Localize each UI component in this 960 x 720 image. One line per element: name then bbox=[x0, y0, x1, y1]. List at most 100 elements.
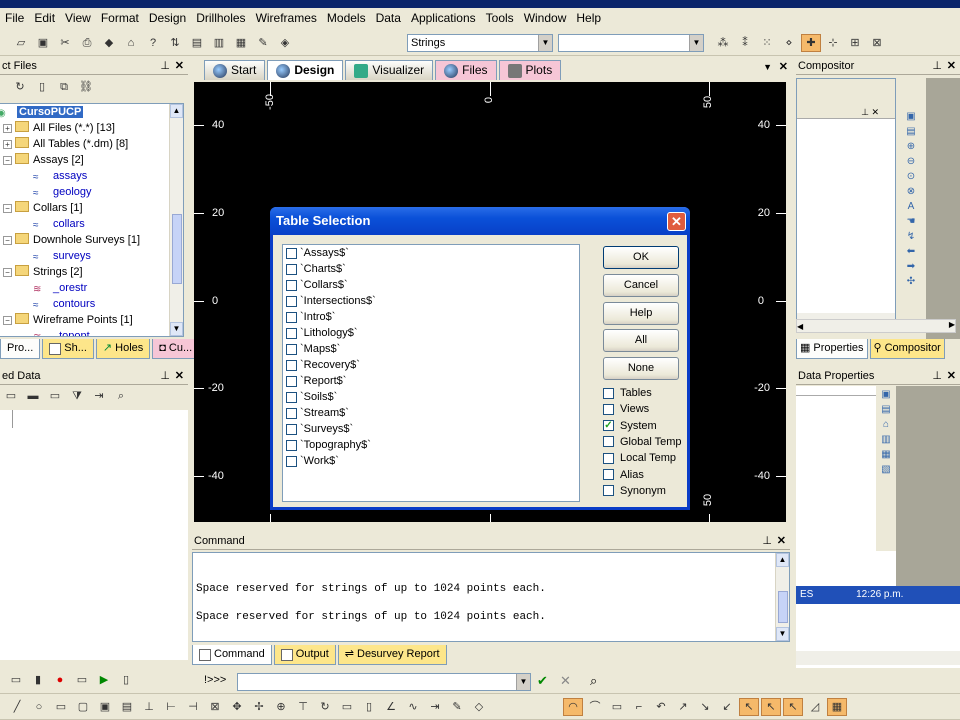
open-icon[interactable]: ▱ bbox=[11, 34, 31, 52]
table-checkbox[interactable] bbox=[286, 359, 297, 371]
points-delete-icon[interactable]: ⁙ bbox=[757, 34, 777, 52]
dialog-titlebar[interactable]: Table Selection ✕ bbox=[270, 207, 690, 235]
right-arrow-icon[interactable]: ➡ bbox=[904, 260, 918, 273]
copy-icon[interactable]: ⧉ bbox=[54, 78, 74, 96]
table-checkbox[interactable] bbox=[286, 327, 297, 339]
points-icon[interactable]: ⁂ bbox=[713, 34, 733, 52]
move2-icon[interactable]: ✢ bbox=[249, 698, 269, 716]
scroll-down-icon[interactable]: ▼ bbox=[776, 627, 789, 641]
table-checkbox[interactable] bbox=[286, 407, 297, 419]
close-icon[interactable]: ✕ bbox=[175, 367, 184, 385]
help-button[interactable]: Help bbox=[603, 302, 679, 325]
accept-icon[interactable]: ✔ bbox=[537, 673, 548, 689]
table-checkbox[interactable] bbox=[286, 391, 297, 403]
tool-icon[interactable]: ⊕ bbox=[271, 698, 291, 716]
tool-icon[interactable]: ⊠ bbox=[205, 698, 225, 716]
tree-root[interactable]: ◉CursoPUCP bbox=[0, 104, 183, 120]
tool-icon[interactable]: ▭ bbox=[607, 698, 627, 716]
tool-icon[interactable]: ▭ bbox=[6, 671, 26, 689]
pin-icon[interactable]: ⊥ ✕ bbox=[797, 107, 895, 119]
points2-icon[interactable]: ⁑ bbox=[735, 34, 755, 52]
menu-tools[interactable]: Tools bbox=[481, 8, 519, 28]
tool-icon[interactable]: ▣ bbox=[904, 110, 918, 123]
snap-off-icon[interactable]: ⊠ bbox=[867, 34, 887, 52]
option-synonym[interactable]: Synonym bbox=[603, 483, 666, 499]
data-properties-hscroll[interactable] bbox=[796, 651, 960, 665]
tab-menu-icon[interactable]: ▼ bbox=[763, 62, 772, 72]
menu-data[interactable]: Data bbox=[371, 8, 406, 28]
book-icon[interactable]: ◆ bbox=[99, 34, 119, 52]
grid-icon[interactable]: ▦ bbox=[231, 34, 251, 52]
zoom-icon[interactable]: ⊙ bbox=[904, 170, 918, 183]
tree-file[interactable]: ≈ contours bbox=[0, 296, 183, 312]
table-list-item[interactable]: `Surveys$` bbox=[283, 421, 579, 437]
tool-icon[interactable]: ◿ bbox=[805, 698, 825, 716]
tree-folder[interactable]: − Strings [2] bbox=[0, 264, 183, 280]
scroll-down-icon[interactable]: ▼ bbox=[170, 322, 183, 336]
edit-icon[interactable]: ✎ bbox=[253, 34, 273, 52]
scroll-thumb[interactable] bbox=[172, 214, 182, 284]
select-icon[interactable]: ↖ bbox=[739, 698, 759, 716]
tool-icon[interactable]: ↙ bbox=[717, 698, 737, 716]
tool-icon[interactable]: ⊤ bbox=[293, 698, 313, 716]
menu-wireframes[interactable]: Wireframes bbox=[251, 8, 322, 28]
tool-icon[interactable]: ↘ bbox=[695, 698, 715, 716]
tab-properties[interactable]: ▦ Properties bbox=[796, 339, 868, 359]
filter-icon[interactable]: ⧩ bbox=[67, 387, 87, 405]
chevron-down-icon[interactable]: ▼ bbox=[538, 35, 552, 51]
search-icon[interactable]: ⌕ bbox=[111, 387, 131, 405]
tool-icon[interactable]: ▤ bbox=[904, 125, 918, 138]
option-views[interactable]: Views bbox=[603, 401, 649, 417]
option-checkbox[interactable] bbox=[603, 485, 614, 497]
option-checkbox[interactable] bbox=[603, 436, 614, 448]
snap-icon[interactable]: ⇅ bbox=[165, 34, 185, 52]
tab-holes[interactable]: ↗ Holes bbox=[95, 339, 151, 359]
none-button[interactable]: None bbox=[603, 357, 679, 380]
arc-icon[interactable]: ◠ bbox=[563, 698, 583, 716]
option-checkbox[interactable] bbox=[603, 387, 614, 399]
tool-icon[interactable]: ▮ bbox=[28, 671, 48, 689]
tool-icon[interactable]: ▦ bbox=[879, 448, 893, 461]
rotate-icon[interactable]: ↻ bbox=[315, 698, 335, 716]
expand-icon[interactable]: − bbox=[3, 268, 12, 277]
window2-icon[interactable]: ▥ bbox=[209, 34, 229, 52]
tool-icon[interactable]: ▤ bbox=[117, 698, 137, 716]
option-alias[interactable]: Alias bbox=[603, 467, 644, 483]
table-list-item[interactable]: `Charts$` bbox=[283, 261, 579, 277]
expand-icon[interactable]: − bbox=[3, 156, 12, 165]
command-input[interactable]: ▼ bbox=[237, 673, 531, 691]
table-checkbox[interactable] bbox=[286, 343, 297, 355]
table-list-item[interactable]: `Recovery$` bbox=[283, 357, 579, 373]
option-checkbox[interactable] bbox=[603, 452, 614, 464]
menu-format[interactable]: Format bbox=[96, 8, 144, 28]
all-button[interactable]: All bbox=[603, 329, 679, 352]
menu-design[interactable]: Design bbox=[144, 8, 191, 28]
tab-design[interactable]: Design bbox=[267, 60, 344, 80]
export-icon[interactable]: ⇥ bbox=[89, 387, 109, 405]
tool-icon[interactable]: ▥ bbox=[879, 433, 893, 446]
rect2-icon[interactable]: ▢ bbox=[73, 698, 93, 716]
menu-window[interactable]: Window bbox=[519, 8, 572, 28]
tool-icon[interactable]: ▧ bbox=[879, 463, 893, 476]
table-list-item[interactable]: `Collars$` bbox=[283, 277, 579, 293]
tab-project[interactable]: Pro... bbox=[0, 339, 41, 359]
compositor-hscroll[interactable]: ◀ ▶ bbox=[796, 319, 956, 333]
expand-icon[interactable]: + bbox=[3, 140, 12, 149]
menu-models[interactable]: Models bbox=[322, 8, 371, 28]
expand-icon[interactable]: + bbox=[3, 124, 12, 133]
option-local-temp[interactable]: Local Temp bbox=[603, 450, 676, 466]
table-list-item[interactable]: `Intersections$` bbox=[283, 293, 579, 309]
tool-icon[interactable]: ▯ bbox=[116, 671, 136, 689]
option-tables[interactable]: Tables bbox=[603, 385, 652, 401]
refresh-icon[interactable]: ↻ bbox=[10, 78, 30, 96]
tool-icon[interactable]: ↗ bbox=[673, 698, 693, 716]
tool-icon[interactable]: ▭ bbox=[72, 671, 92, 689]
table-list-item[interactable]: `Assays$` bbox=[283, 245, 579, 261]
tree-folder[interactable]: − Assays [2] bbox=[0, 152, 183, 168]
expand-icon[interactable]: − bbox=[3, 204, 12, 213]
line-icon[interactable]: ╱ bbox=[7, 698, 27, 716]
tree-file[interactable]: ≈ surveys bbox=[0, 248, 183, 264]
tree-file[interactable]: ≈ geology bbox=[0, 184, 183, 200]
new-file-icon[interactable]: ▯ bbox=[32, 78, 52, 96]
tab-cursors[interactable]: ◘ Cu... bbox=[152, 339, 200, 359]
